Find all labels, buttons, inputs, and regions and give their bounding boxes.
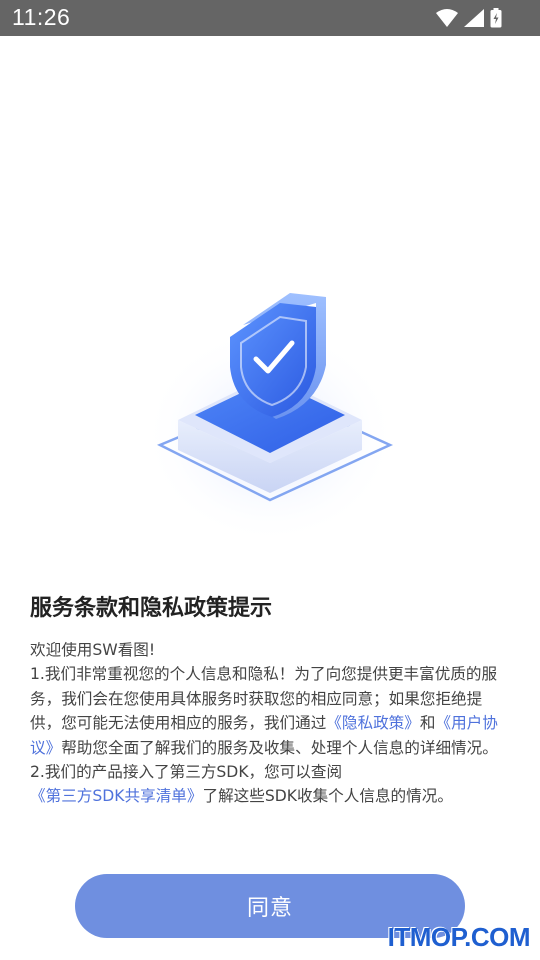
paragraph-1: 1.我们非常重视您的个人信息和隐私！为了向您提供更丰富优质的服务，我们会在您使用…	[30, 662, 512, 760]
watermark-logo: ITMOP.COM	[387, 922, 531, 952]
shield-check-illustration	[140, 255, 400, 555]
paragraph-1-tail: 帮助您全面了解我们的服务及收集、处理个人信息的详细情况。	[61, 738, 498, 757]
privacy-policy-link[interactable]: 《隐私政策》	[326, 714, 420, 732]
dialog-content: 欢迎使用SW看图! 1.我们非常重视您的个人信息和隐私！为了向您提供更丰富优质的…	[30, 638, 512, 809]
security-shield-icon	[142, 293, 398, 545]
connector-text: 和	[419, 714, 436, 733]
status-icons	[436, 8, 502, 28]
paragraph-2: 2.我们的产品接入了第三方SDK，您可以查阅《第三方SDK共享清单》了解这些SD…	[30, 760, 512, 809]
paragraph-2-tail: 了解这些SDK收集个人信息的情况。	[202, 787, 453, 806]
dialog-title: 服务条款和隐私政策提示	[30, 596, 273, 621]
status-time: 11:26	[12, 4, 71, 30]
wifi-icon	[436, 9, 458, 27]
paragraph-2-text: 2.我们的产品接入了第三方SDK，您可以查阅	[30, 763, 343, 782]
status-bar: 11:26	[0, 0, 540, 36]
intro-text: 欢迎使用SW看图!	[30, 641, 156, 659]
cellular-signal-icon	[464, 9, 484, 27]
sdk-list-link[interactable]: 《第三方SDK共享清单》	[30, 787, 202, 805]
battery-charging-icon	[490, 8, 502, 28]
